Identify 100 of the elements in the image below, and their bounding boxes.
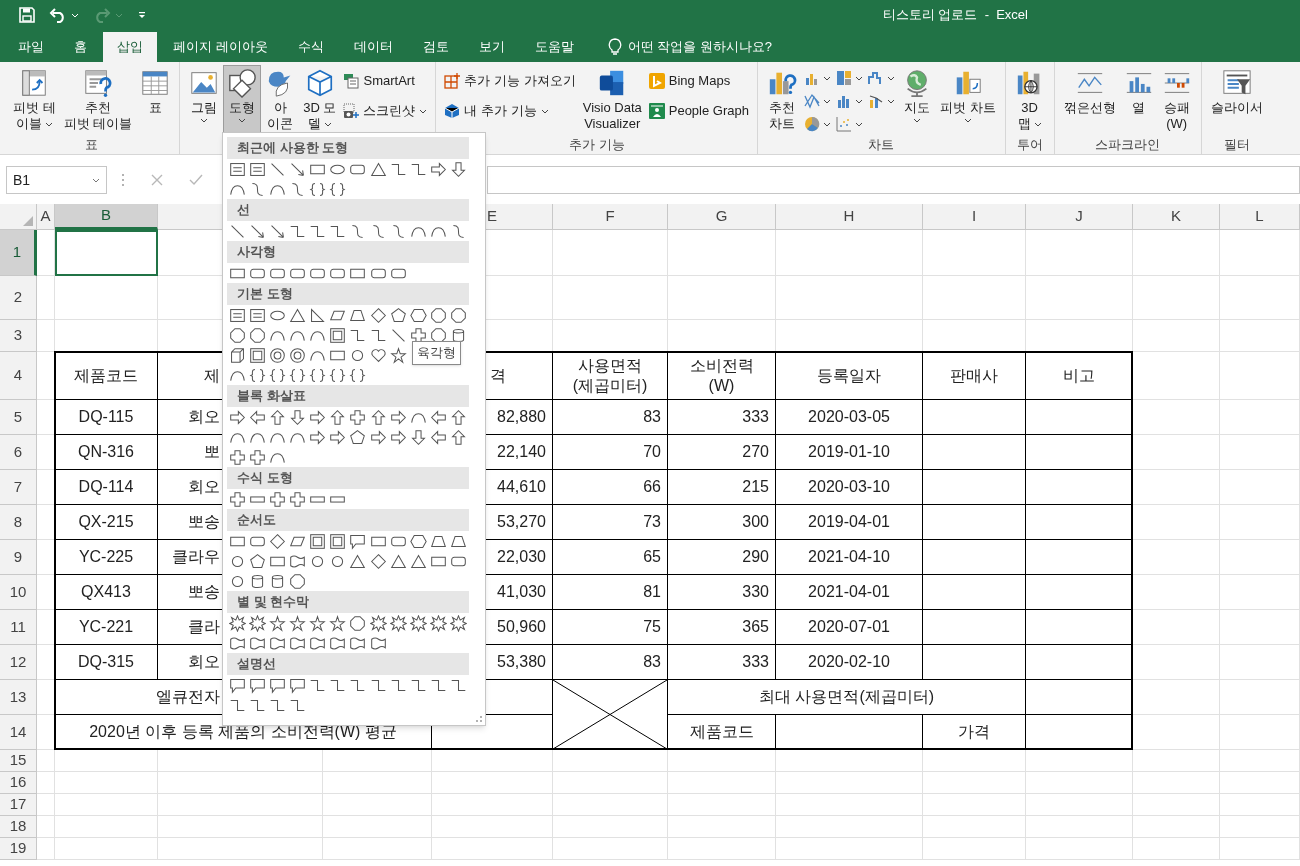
row-header[interactable]: 1 (0, 230, 37, 276)
square-logo-button[interactable]: Bing Maps (645, 67, 752, 95)
row-header[interactable]: 4 (0, 352, 37, 400)
box-button[interactable]: 내 추가 기능 (441, 97, 579, 125)
column-header[interactable]: I (923, 204, 1026, 230)
group-label: 표 (85, 136, 99, 154)
person-chart-button[interactable]: People Graph (645, 97, 752, 125)
add-ins-button[interactable]: 추가 기능 가져오기 (441, 67, 579, 95)
table-cell: 300 (668, 505, 776, 540)
table-cell: QX413 (55, 575, 158, 610)
ribbon-tab[interactable]: 데이터 (339, 32, 407, 62)
section-header: 선 (237, 201, 250, 220)
row-header[interactable]: 7 (0, 470, 37, 505)
picture-button[interactable]: 그림 (185, 65, 224, 133)
table-cell: YC-221 (55, 610, 158, 645)
ribbon-tab[interactable]: 파일 (4, 32, 58, 62)
tell-me-field[interactable]: 어떤 작업을 원하시나요? (627, 37, 773, 57)
column-header[interactable]: H (776, 204, 923, 230)
row-header[interactable]: 15 (0, 750, 37, 772)
row-header[interactable]: 8 (0, 505, 37, 540)
table-question-button[interactable]: 추천 피벗 테이블 (59, 65, 137, 133)
table-cell: DQ-315 (55, 645, 158, 680)
name-box[interactable]: B1 (6, 166, 107, 194)
ribbon-tab[interactable]: 보기 (464, 32, 519, 62)
table-cell: 사용면적 (제곱미터) (553, 352, 668, 400)
row-header[interactable]: 10 (0, 575, 37, 610)
table-cell: 365 (668, 610, 776, 645)
section-header: 별 및 현수막 (237, 593, 310, 612)
row-header[interactable]: 17 (0, 794, 37, 816)
table-cell: 2020-03-10 (776, 470, 923, 505)
column-header[interactable]: K (1133, 204, 1220, 230)
table-cell: 83 (553, 645, 668, 680)
tooltip: 육각형 (412, 341, 461, 365)
filter-button[interactable]: 슬라이서 (1206, 65, 1267, 133)
cube-button[interactable]: 3D 모 델 (299, 65, 341, 133)
table-cell: QN-316 (55, 435, 158, 470)
row-header[interactable]: 19 (0, 838, 37, 860)
row-header[interactable]: 13 (0, 680, 37, 715)
group-label: 필터 (1223, 136, 1250, 154)
table-cell: 2021-04-01 (776, 575, 923, 610)
row-header[interactable]: 2 (0, 276, 37, 320)
shapes-button[interactable]: 도형 (223, 65, 262, 133)
table-cell: DQ-115 (55, 400, 158, 435)
ribbon-tab[interactable]: 도움말 (520, 32, 588, 62)
table-cell: 330 (668, 575, 776, 610)
table-cell: 333 (668, 645, 776, 680)
column-header[interactable]: F (553, 204, 668, 230)
column-sparkline-button[interactable]: 열 (1119, 65, 1158, 133)
ribbon-tab[interactable]: 삽입 (103, 32, 157, 62)
row-header[interactable]: 16 (0, 772, 37, 794)
section-header: 사각형 (237, 243, 276, 262)
group-label: 차트 (868, 136, 895, 154)
bird-leaf-button[interactable]: 아 이콘 (261, 65, 300, 133)
tiles-button[interactable]: Visio Data Visualizer (578, 65, 646, 133)
table-cell: 등록일자 (776, 352, 923, 400)
line-sparkline-button[interactable]: 꺾은선형 (1059, 65, 1120, 133)
column-header[interactable]: G (668, 204, 776, 230)
table-cell: 73 (553, 505, 668, 540)
diagram-button[interactable]: SmartArt (340, 67, 431, 95)
map-globe-button[interactable]: 3D 맵 (1010, 65, 1049, 133)
section-header: 최근에 사용한 도형 (237, 139, 349, 158)
pivot-table-button[interactable]: 피벗 테 이블 (9, 65, 60, 133)
column-header[interactable]: A (37, 204, 55, 230)
table-cell: 70 (553, 435, 668, 470)
row-header[interactable]: 14 (0, 715, 37, 750)
table-cell: QX-215 (55, 505, 158, 540)
row-header[interactable]: 18 (0, 816, 37, 838)
row-header[interactable]: 12 (0, 645, 37, 680)
group-label: 투어 (1016, 136, 1043, 154)
table-cell: 비고 (1026, 352, 1133, 400)
row-header[interactable]: 5 (0, 400, 37, 435)
camera-button[interactable]: 스크린샷 (340, 97, 431, 125)
chart-help-button[interactable]: 추천 차트 (762, 65, 801, 133)
row-header[interactable]: 11 (0, 610, 37, 645)
ribbon-tab[interactable]: 검토 (408, 32, 463, 62)
table-cell: 333 (668, 400, 776, 435)
column-header[interactable]: J (1026, 204, 1133, 230)
table-cell: 290 (668, 540, 776, 575)
globe-button[interactable]: 지도 (897, 65, 936, 133)
win-loss-button[interactable]: 승패 (W) (1157, 65, 1196, 133)
section-header: 순서도 (237, 511, 276, 530)
table-cell: 270 (668, 435, 776, 470)
row-header[interactable]: 6 (0, 435, 37, 470)
column-header[interactable]: B (55, 204, 158, 230)
row-header[interactable]: 9 (0, 540, 37, 575)
table-cell: 제품코드 (668, 715, 776, 750)
table-cell: 83 (553, 400, 668, 435)
table-button[interactable]: 표 (136, 65, 175, 133)
table-cell: YC-225 (55, 540, 158, 575)
table-cell: 판매사 (923, 352, 1026, 400)
row-header[interactable]: 3 (0, 320, 37, 352)
pivot-chart-button[interactable]: 피벗 차트 (935, 65, 1000, 133)
table-cell: 2021-04-10 (776, 540, 923, 575)
table-cell: DQ-114 (55, 470, 158, 505)
ribbon-tab[interactable]: 홈 (60, 32, 101, 62)
column-header[interactable]: L (1220, 204, 1300, 230)
ribbon-tab[interactable]: 수식 (283, 32, 338, 62)
ribbon-tab[interactable]: 페이지 레이아웃 (159, 32, 282, 62)
table-cell: 75 (553, 610, 668, 645)
window-title: 티스토리 업로드 - Excel (882, 6, 1028, 25)
